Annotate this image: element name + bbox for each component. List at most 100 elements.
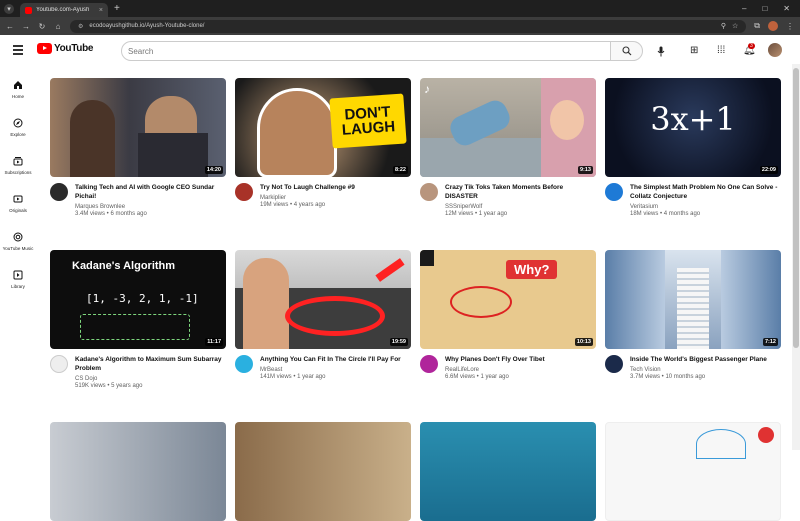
channel-avatar[interactable]: [420, 355, 438, 373]
video-card[interactable]: DON'T LAUGH 8:22 Try Not To Laugh Challe…: [235, 78, 411, 208]
video-title[interactable]: Try Not To Laugh Challenge #9: [260, 183, 355, 192]
channel-avatar[interactable]: [420, 183, 438, 201]
video-card[interactable]: Why? 10:13 Why Planes Don't Fly Over Tib…: [420, 250, 596, 380]
channel-name[interactable]: CS Dojo: [75, 376, 226, 382]
browser-menu-icon[interactable]: ⋮: [786, 22, 794, 31]
home-browser-icon[interactable]: ⌂: [54, 22, 62, 31]
sidebar-item-youtube-music[interactable]: YouTube Music: [0, 222, 36, 260]
youtube-favicon-icon: [25, 6, 32, 14]
channel-avatar[interactable]: [605, 183, 623, 201]
back-icon[interactable]: ←: [6, 22, 14, 31]
channel-avatar[interactable]: [50, 355, 68, 373]
video-thumbnail[interactable]: [605, 422, 781, 521]
search-icon: [621, 46, 631, 56]
video-thumbnail[interactable]: 14:20: [50, 78, 226, 177]
extensions-icon[interactable]: ⧉: [754, 21, 760, 31]
youtube-header: YouTube Search ⊞ ⁞⁞⁞ 🔔︎ 3: [0, 36, 800, 64]
page-scrollbar[interactable]: [792, 64, 800, 450]
channel-avatar[interactable]: [605, 355, 623, 373]
new-tab-icon[interactable]: +: [114, 3, 120, 14]
video-card[interactable]: 7:12 Inside The World's Biggest Passenge…: [605, 250, 781, 380]
video-thumbnail[interactable]: [420, 422, 596, 521]
video-thumbnail[interactable]: Why? 10:13: [420, 250, 596, 349]
video-title[interactable]: The Simplest Math Problem No One Can Sol…: [630, 183, 781, 201]
profile-icon[interactable]: [768, 21, 778, 31]
reload-icon[interactable]: ↻: [38, 22, 46, 31]
video-card[interactable]: Kadane's Algorithm [1, -3, 2, 1, -1] 11:…: [50, 250, 226, 389]
sidebar-label: Originals: [9, 207, 27, 213]
thumbnail-caption: DON'T LAUGH: [329, 93, 407, 149]
hamburger-menu-icon[interactable]: [13, 45, 23, 57]
url-text: ecodoayushgithub.io/Ayush-Youtube-clone/: [89, 23, 205, 29]
bookmark-star-icon[interactable]: ☆: [732, 22, 738, 30]
video-thumbnail[interactable]: 7:12: [605, 250, 781, 349]
channel-avatar[interactable]: [235, 355, 253, 373]
video-thumbnail[interactable]: 19:59: [235, 250, 411, 349]
video-duration: 7:12: [762, 338, 778, 346]
search-button[interactable]: [610, 41, 643, 61]
sidebar-item-library[interactable]: Library: [0, 260, 36, 298]
forward-icon[interactable]: →: [22, 22, 30, 31]
video-thumbnail[interactable]: ♪ 9:13: [420, 78, 596, 177]
youtube-logo[interactable]: YouTube: [37, 43, 94, 54]
video-title[interactable]: Talking Tech and AI with Google CEO Sund…: [75, 183, 226, 201]
logo-text: YouTube: [54, 43, 94, 54]
video-title[interactable]: Inside The World's Biggest Passenger Pla…: [630, 355, 767, 364]
site-info-icon[interactable]: ⚙: [78, 23, 83, 30]
sidebar-item-home[interactable]: Home: [0, 70, 36, 108]
tiktok-logo-icon: ♪: [424, 82, 430, 96]
video-title[interactable]: Kadane's Algorithm to Maximum Sum Subarr…: [75, 355, 226, 373]
close-tab-icon[interactable]: ×: [99, 7, 103, 14]
channel-avatar[interactable]: [235, 183, 253, 201]
tab-search-icon[interactable]: ▾: [4, 3, 14, 14]
music-icon: [13, 232, 24, 243]
video-card[interactable]: [605, 422, 781, 521]
video-title[interactable]: Anything You Can Fit In The Circle I'll …: [260, 355, 401, 364]
video-title[interactable]: Crazy Tik Toks Taken Moments Before DISA…: [445, 183, 596, 201]
thumbnail-caption: 3x+1: [650, 100, 736, 138]
sidebar-label: Subscriptions: [4, 169, 32, 175]
create-video-icon[interactable]: ⊞: [690, 45, 698, 56]
video-thumbnail[interactable]: [50, 422, 226, 521]
video-card[interactable]: [50, 422, 226, 521]
video-card[interactable]: 3x+1 22:09 The Simplest Math Problem No …: [605, 78, 781, 217]
browser-tab[interactable]: Youtube.com-Ayush ×: [20, 3, 108, 17]
video-thumbnail[interactable]: DON'T LAUGH 8:22: [235, 78, 411, 177]
video-thumbnail[interactable]: 3x+1 22:09: [605, 78, 781, 177]
sidebar-item-explore[interactable]: Explore: [0, 108, 36, 146]
user-avatar[interactable]: [768, 43, 782, 57]
video-card[interactable]: [420, 422, 596, 521]
home-icon: [13, 80, 24, 91]
apps-grid-icon[interactable]: ⁞⁞⁞: [717, 45, 725, 56]
channel-name[interactable]: Marques Brownlee: [75, 204, 226, 210]
video-stats: 12M views • 1 year ago: [445, 211, 508, 217]
channel-name[interactable]: Veritasium: [630, 204, 781, 210]
channel-name[interactable]: Markiplier: [260, 195, 355, 201]
channel-name[interactable]: SSSniperWolf: [445, 204, 596, 210]
video-card[interactable]: ♪ 9:13 Crazy Tik Toks Taken Moments Befo…: [420, 78, 596, 217]
video-card[interactable]: 19:59 Anything You Can Fit In The Circle…: [235, 250, 411, 380]
search-input[interactable]: Search: [121, 41, 611, 61]
sidebar-item-subscriptions[interactable]: Subscriptions: [0, 146, 36, 184]
scrollbar-thumb[interactable]: [793, 68, 799, 348]
video-card[interactable]: 14:20 Talking Tech and AI with Google CE…: [50, 78, 226, 217]
channel-name[interactable]: MrBeast: [260, 367, 401, 373]
zoom-icon[interactable]: ⚲: [721, 22, 726, 30]
channel-name[interactable]: Tech Vision: [630, 367, 767, 373]
minimize-icon[interactable]: –: [742, 4, 746, 13]
maximize-icon[interactable]: □: [762, 4, 767, 13]
video-thumbnail[interactable]: Kadane's Algorithm [1, -3, 2, 1, -1] 11:…: [50, 250, 226, 349]
video-thumbnail[interactable]: [235, 422, 411, 521]
url-field[interactable]: ⚙ ecodoayushgithub.io/Ayush-Youtube-clon…: [70, 19, 747, 33]
video-title[interactable]: Why Planes Don't Fly Over Tibet: [445, 355, 545, 364]
sidebar-label: YouTube Music: [2, 245, 34, 251]
library-icon: [13, 270, 24, 281]
video-stats: 18M views • 4 months ago: [630, 211, 701, 217]
close-window-icon[interactable]: ✕: [783, 4, 790, 13]
video-card[interactable]: [235, 422, 411, 521]
sidebar-label: Explore: [10, 131, 26, 137]
channel-avatar[interactable]: [50, 183, 68, 201]
voice-search-button[interactable]: [651, 41, 671, 61]
sidebar-item-originals[interactable]: Originals: [0, 184, 36, 222]
channel-name[interactable]: RealLifeLore: [445, 367, 545, 373]
